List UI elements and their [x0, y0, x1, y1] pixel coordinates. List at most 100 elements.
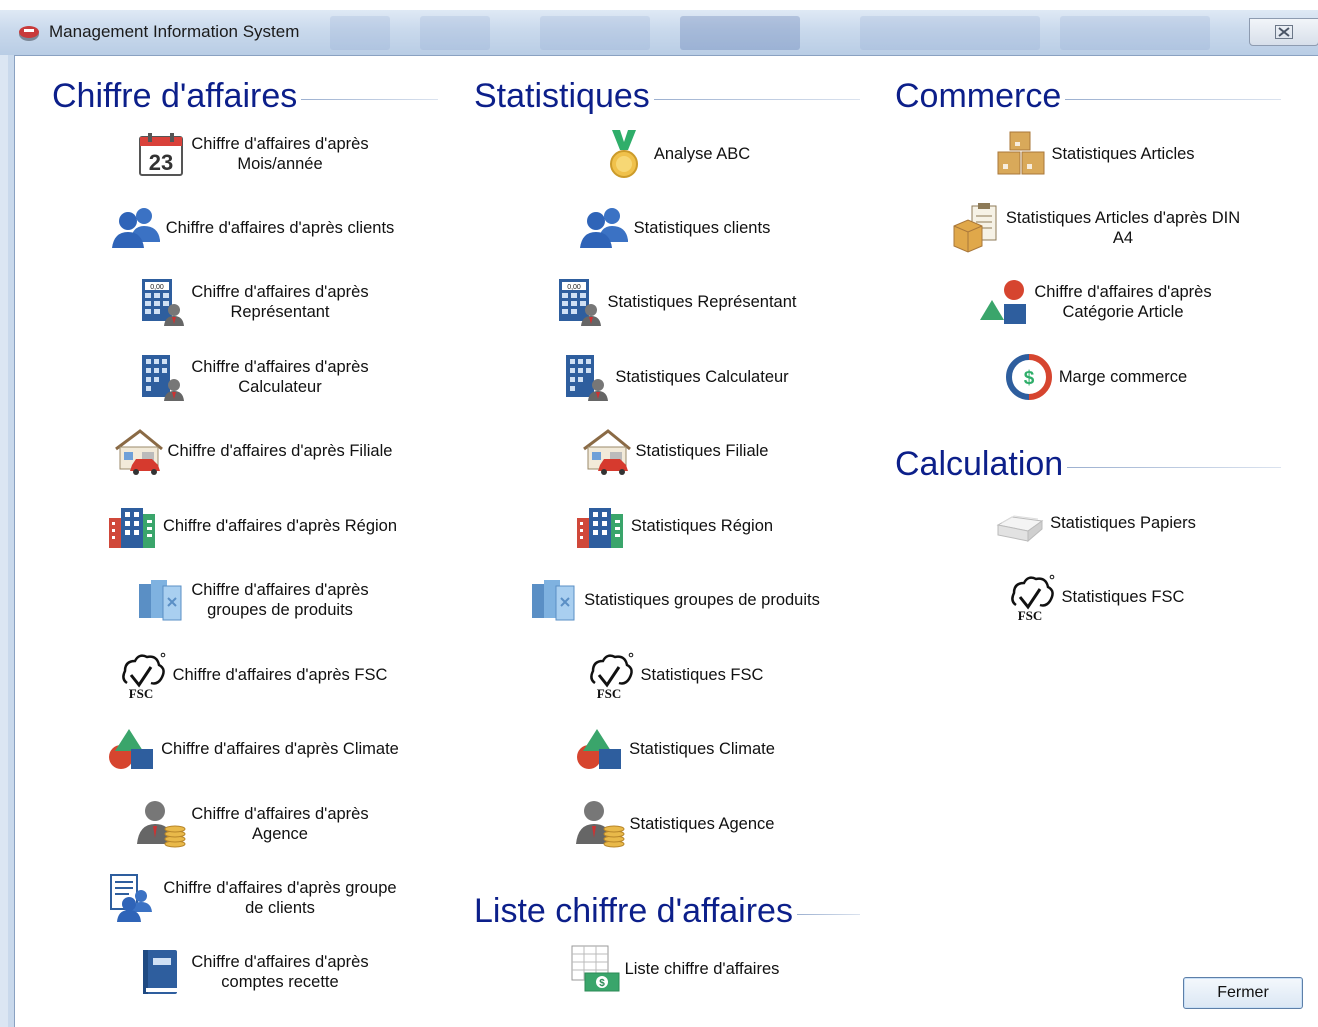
menu-item-liste[interactable]: $ Liste chiffre d'affaires [474, 941, 874, 997]
svg-text:0,00: 0,00 [567, 284, 581, 291]
menu-item-label: Chiffre d'affaires d'après comptes recet… [191, 953, 369, 991]
paper-stack-icon [994, 497, 1046, 549]
menu-item-commerce[interactable]: Statistiques Articles d'après DIN A4 [895, 200, 1295, 256]
menu-item-statistiques[interactable]: Analyse ABC [474, 126, 874, 182]
menu-item-statistiques[interactable]: FSC Statistiques FSC [474, 647, 874, 703]
menu-item-label: Statistiques FSC [640, 666, 764, 684]
city-icon [107, 500, 159, 552]
fsc-icon: FSC [117, 649, 169, 701]
menu-item-label: Statistiques Représentant [607, 293, 797, 311]
menu-item-chiffre[interactable]: Chiffre d'affaires d'après Agence [52, 796, 452, 852]
section-title: Commerce [895, 77, 1062, 115]
menu-item-label: Statistiques Articles d'après DIN A4 [1005, 209, 1241, 247]
menu-item-chiffre[interactable]: Chiffre d'affaires d'après Calculateur [52, 349, 452, 405]
menu-item-label: Statistiques FSC [1061, 588, 1185, 606]
menu-item-label: Chiffre d'affaires d'après Région [162, 517, 398, 535]
menu-item-statistiques[interactable]: Statistiques Climate [474, 721, 874, 777]
window-close-button[interactable] [1249, 18, 1318, 46]
users-icon [578, 202, 630, 254]
menu-item-calculation[interactable]: FSC Statistiques FSC [895, 569, 1295, 625]
window-frame-left-inner [0, 55, 8, 1027]
svg-text:0,00: 0,00 [151, 284, 165, 291]
app-icon [19, 26, 39, 41]
menu-item-chiffre[interactable]: Chiffre d'affaires d'après comptes recet… [52, 944, 452, 1000]
menu-item-label: Statistiques groupes de produits [584, 591, 820, 609]
menu-item-label: Statistiques Climate [629, 740, 775, 758]
menu-item-commerce[interactable]: Statistiques Articles [895, 126, 1295, 182]
section-liste-heading: Liste chiffre d'affaires [474, 891, 860, 931]
calculator-person-icon: 0,00 [552, 276, 604, 328]
menu-item-label: Chiffre d'affaires d'après groupe de cli… [163, 879, 397, 917]
menu-item-label: Statistiques Papiers [1050, 514, 1196, 532]
menu-item-chiffre[interactable]: Chiffre d'affaires d'après groupes de pr… [52, 572, 452, 628]
menu-item-label: Statistiques Calculateur [615, 368, 789, 386]
shapes-icon [105, 723, 157, 775]
menu-item-label: Statistiques Région [630, 517, 774, 535]
money-grid-icon: $ [569, 943, 621, 995]
users-icon [110, 202, 162, 254]
menu-item-label: Marge commerce [1058, 368, 1188, 386]
menu-item-commerce[interactable]: Chiffre d'affaires d'après Catégorie Art… [895, 274, 1295, 330]
menu-item-label: Chiffre d'affaires d'après Filiale [167, 442, 393, 460]
fermer-button[interactable]: Fermer [1183, 977, 1303, 1009]
section-title: Liste chiffre d'affaires [474, 892, 793, 930]
medal-icon [598, 128, 650, 180]
shapes-icon [573, 723, 625, 775]
menu-item-chiffre[interactable]: Chiffre d'affaires d'après Climate [52, 721, 452, 777]
svg-text:FSC: FSC [596, 686, 621, 701]
menu-item-statistiques[interactable]: Statistiques Agence [474, 796, 874, 852]
menu-item-label: Chiffre d'affaires d'après Représentant [191, 283, 369, 321]
section-commerce-heading: Commerce [895, 76, 1281, 116]
category-shapes-icon [978, 276, 1030, 328]
menu-item-label: Chiffre d'affaires d'après Agence [191, 805, 369, 843]
section-title: Calculation [895, 445, 1064, 483]
menu-item-statistiques[interactable]: Statistiques Filiale [474, 423, 874, 479]
title-bar: Management Information System [0, 10, 1318, 56]
svg-text:$: $ [599, 978, 605, 989]
box-clipboard-icon [950, 202, 1002, 254]
house-car-icon [112, 425, 164, 477]
svg-text:FSC: FSC [128, 686, 153, 701]
menu-item-statistiques[interactable]: Statistiques groupes de produits [474, 572, 874, 628]
menu-item-statistiques[interactable]: Statistiques Calculateur [474, 349, 874, 405]
section-statistiques-heading: Statistiques [474, 76, 860, 116]
section-title: Chiffre d'affaires [52, 77, 298, 115]
city-icon [575, 500, 627, 552]
mis-window: Management Information System Chiffre d'… [0, 0, 1318, 1027]
fsc-icon: FSC [585, 649, 637, 701]
menu-item-label: Chiffre d'affaires d'après clients [165, 219, 395, 237]
menu-item-label: Statistiques Articles [1051, 145, 1195, 163]
menu-item-chiffre[interactable]: Chiffre d'affaires d'après Région [52, 498, 452, 554]
menu-item-chiffre[interactable]: Chiffre d'affaires d'après clients [52, 200, 452, 256]
menu-item-statistiques[interactable]: Statistiques clients [474, 200, 874, 256]
calendar-icon: 23 [135, 128, 187, 180]
boxes-icon [995, 128, 1047, 180]
menu-item-statistiques[interactable]: 0,00 Statistiques Représentant [474, 274, 874, 330]
menu-item-label: Chiffre d'affaires d'après groupes de pr… [191, 581, 369, 619]
book-icon [135, 946, 187, 998]
dollar-cycle-icon: $ [1003, 351, 1055, 403]
menu-item-label: Statistiques Agence [629, 815, 775, 833]
fsc-icon: FSC [1006, 571, 1058, 623]
group-list-icon [107, 872, 159, 924]
product-boxes-icon [135, 574, 187, 626]
house-car-icon [580, 425, 632, 477]
product-boxes-icon [528, 574, 580, 626]
menu-item-chiffre[interactable]: 23 Chiffre d'affaires d'après Mois/année [52, 126, 452, 182]
menu-item-label: Chiffre d'affaires d'après Mois/année [191, 135, 369, 173]
svg-text:FSC: FSC [1017, 608, 1042, 623]
menu-item-chiffre[interactable]: 0,00 Chiffre d'affaires d'après Représent… [52, 274, 452, 330]
menu-item-chiffre[interactable]: FSC Chiffre d'affaires d'après FSC [52, 647, 452, 703]
menu-item-label: Liste chiffre d'affaires [624, 960, 780, 978]
building-person-icon [135, 351, 187, 403]
building-person-icon [559, 351, 611, 403]
menu-item-statistiques[interactable]: Statistiques Région [474, 498, 874, 554]
menu-item-label: Analyse ABC [653, 145, 751, 163]
menu-item-chiffre[interactable]: Chiffre d'affaires d'après Filiale [52, 423, 452, 479]
person-coins-icon [135, 798, 187, 850]
section-chiffre-heading: Chiffre d'affaires [52, 76, 438, 116]
menu-item-commerce[interactable]: $ Marge commerce [895, 349, 1295, 405]
menu-item-chiffre[interactable]: Chiffre d'affaires d'après groupe de cli… [52, 870, 452, 926]
svg-text:23: 23 [149, 150, 173, 175]
menu-item-calculation[interactable]: Statistiques Papiers [895, 495, 1295, 551]
